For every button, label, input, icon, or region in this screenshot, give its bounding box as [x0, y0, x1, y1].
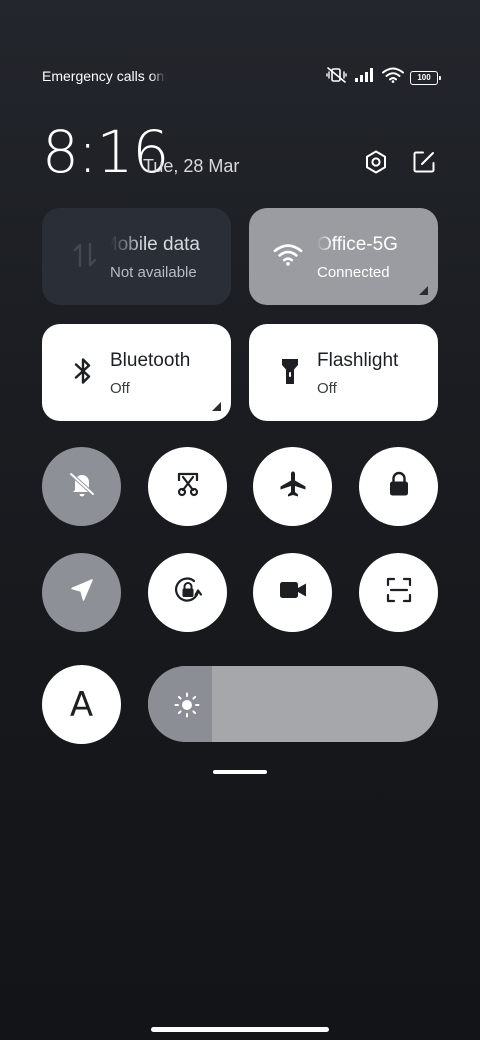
location-toggle[interactable]	[42, 553, 121, 632]
mobile-data-subtitle: Not available	[110, 264, 197, 281]
wifi-title: Office-5G	[317, 234, 398, 255]
flashlight-title: Flashlight	[317, 350, 399, 371]
bluetooth-title: Bluetooth	[110, 350, 191, 371]
screenshot-toggle[interactable]	[148, 447, 227, 526]
mute-vibrate-icon	[326, 66, 348, 89]
scissors-frame-icon	[173, 469, 203, 504]
panel-drag-handle[interactable]	[213, 770, 267, 774]
mobile-data-title: Mobile data	[110, 234, 200, 255]
settings-icon	[363, 149, 389, 180]
brightness-slider[interactable]	[148, 666, 438, 742]
wifi-title-wrap: Office-5G	[317, 234, 427, 260]
bluetooth-icon	[68, 356, 98, 386]
status-icons: 100	[326, 66, 441, 89]
wifi-tile[interactable]: Office-5G Connected	[249, 208, 438, 305]
flashlight-icon	[275, 356, 305, 386]
signal-icon	[354, 67, 376, 88]
location-arrow-icon	[68, 576, 96, 609]
screen-recorder-toggle[interactable]	[253, 553, 332, 632]
clock-row: 8:16 Tue, 28 Mar	[42, 118, 438, 188]
lock-screen-toggle[interactable]	[359, 447, 438, 526]
flashlight-tile[interactable]: Flashlight Off	[249, 324, 438, 421]
bluetooth-subtitle: Off	[110, 380, 130, 397]
wifi-expand-corner[interactable]	[419, 286, 428, 295]
rotation-lock-icon	[172, 574, 204, 611]
airplane-mode-toggle[interactable]	[253, 447, 332, 526]
scan-frame-icon	[384, 575, 414, 610]
carrier-text: Emergency calls only	[42, 68, 166, 84]
video-camera-icon	[277, 577, 309, 608]
mobile-data-icon	[70, 240, 100, 270]
lock-icon	[384, 469, 414, 504]
status-bar: Emergency calls only 100	[42, 62, 441, 90]
header-actions	[362, 150, 438, 178]
date: Tue, 28 Mar	[143, 156, 240, 176]
edit-button[interactable]	[410, 150, 438, 178]
mute-toggle[interactable]	[42, 447, 121, 526]
bell-off-icon	[67, 469, 97, 504]
bluetooth-expand-corner[interactable]	[212, 402, 221, 411]
airplane-icon	[278, 469, 308, 504]
bluetooth-tile[interactable]: Bluetooth Off	[42, 324, 231, 421]
wifi-icon	[382, 67, 404, 88]
flashlight-subtitle: Off	[317, 380, 337, 397]
sun-icon	[174, 692, 200, 718]
battery-icon: 100	[410, 70, 441, 85]
font-size-label: A	[69, 684, 94, 725]
edit-icon	[411, 149, 437, 180]
mobile-data-tile[interactable]: Mobile data Not available	[42, 208, 231, 305]
wifi-tile-icon	[273, 240, 303, 270]
font-size-button[interactable]: A	[42, 665, 121, 744]
mobile-data-title-wrap: Mobile data	[110, 234, 230, 260]
scanner-toggle[interactable]	[359, 553, 438, 632]
rotation-lock-toggle[interactable]	[148, 553, 227, 632]
home-indicator[interactable]	[151, 1027, 329, 1032]
wifi-subtitle: Connected	[317, 264, 390, 281]
battery-level: 100	[417, 72, 431, 82]
settings-button[interactable]	[362, 150, 390, 178]
